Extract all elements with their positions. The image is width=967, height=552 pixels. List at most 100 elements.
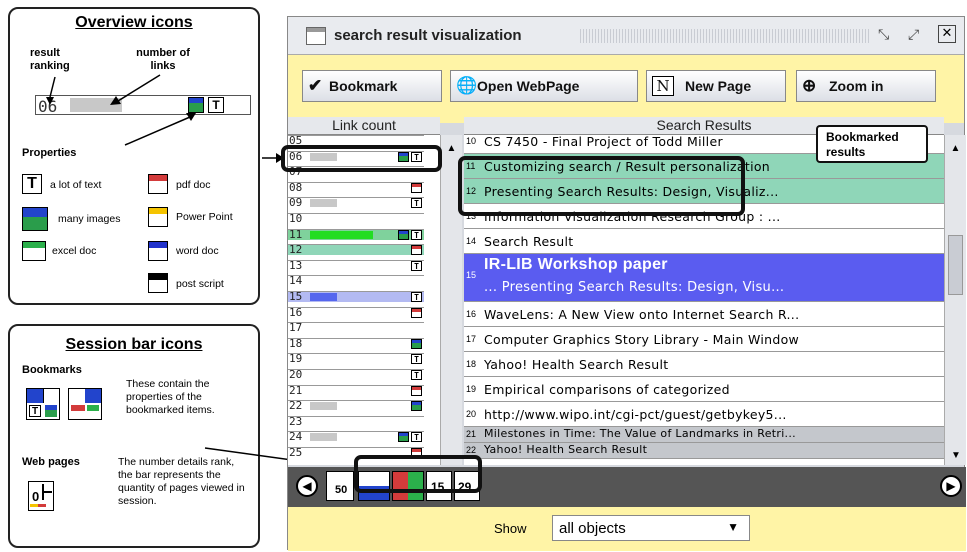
result-rank: 18	[466, 358, 477, 369]
link-count-row[interactable]: 22	[288, 400, 424, 412]
text-icon: T	[411, 198, 422, 209]
pdf-icon	[411, 307, 422, 318]
show-label: Show	[494, 521, 527, 536]
link-count-row[interactable]: 19 T	[288, 353, 424, 365]
search-result-row[interactable]: 21 Milestones in Time: The Value of Landm…	[464, 427, 944, 443]
result-rank: 22	[466, 445, 477, 455]
search-result-row[interactable]: 19 Empirical comparisons of categorized	[464, 377, 944, 402]
result-rank: 20	[466, 408, 477, 419]
result-rank: 17	[466, 333, 477, 344]
link-count-row[interactable]: 21	[288, 384, 424, 396]
chevron-down-icon: ▼	[727, 520, 739, 534]
scroll-thumb[interactable]	[948, 235, 963, 295]
link-row-rank: 14	[289, 275, 303, 287]
scroll-down-arrow-icon[interactable]: ▼	[951, 450, 961, 461]
results-scrollbar[interactable]: ▲ ▼	[944, 135, 966, 465]
toolbar: ✔ Bookmark 🌐 Open WebPage N New Page ⊕ Zoom …	[288, 55, 964, 123]
link-count-row[interactable]: 20 T	[288, 369, 424, 380]
link-row-rank: 11	[289, 228, 303, 240]
text-icon: T	[411, 229, 422, 240]
link-count-row[interactable]: 23	[288, 415, 424, 427]
result-title: CS 7450 - Final Project of Todd Miller	[484, 135, 723, 149]
result-rank: 16	[466, 308, 477, 319]
show-bar: Show all objects ▼	[288, 507, 966, 551]
overview-row-callout	[281, 145, 442, 172]
search-result-row[interactable]: 14 Search Result	[464, 229, 944, 254]
search-result-row[interactable]: 15 IR-LIB Workshop paper ... Presenting Se…	[464, 254, 944, 302]
search-result-row[interactable]: 22 Yahoo! Health Search Result	[464, 443, 944, 459]
link-count-bar	[310, 433, 337, 442]
bookmark-button-label: Bookmark	[329, 78, 398, 94]
link-count-row[interactable]: 18	[288, 337, 424, 349]
result-title: Empirical comparisons of categorized	[484, 381, 730, 397]
open-webpage-button[interactable]: 🌐 Open WebPage	[450, 70, 638, 102]
title-texture	[580, 29, 870, 43]
window-icon	[306, 27, 326, 45]
link-count-row[interactable]: 11 T	[288, 228, 424, 240]
link-count-row[interactable]: 12	[288, 244, 424, 256]
session-page-icon[interactable]: 50	[326, 471, 354, 501]
link-count-row[interactable]: 14	[288, 275, 424, 287]
pdf-icon	[411, 182, 422, 193]
result-title: IR-LIB Workshop paper	[484, 256, 668, 273]
link-row-rank: 09	[289, 197, 303, 209]
search-result-row[interactable]: 17 Computer Graphics Story Library - Main…	[464, 327, 944, 352]
link-count-list: 05 06 T 07 08 09 T 10 11 T 12 13 T 14 15 T 16 17 18 19 T 20 T 2…	[288, 135, 440, 465]
text-icon: T	[411, 292, 422, 302]
result-title: Computer Graphics Story Library - Main W…	[484, 331, 800, 347]
show-select[interactable]: all objects ▼	[552, 515, 750, 541]
bookmarked-results-text: Bookmarked results	[826, 130, 899, 159]
text-icon: T	[411, 370, 422, 380]
images-icon	[411, 338, 422, 349]
search-result-row[interactable]: 16 WaveLens: A New View onto Internet Sea…	[464, 302, 944, 327]
result-title: http://www.wipo.int/cgi-pct/guest/getbyk…	[484, 406, 787, 422]
open-webpage-label: Open WebPage	[477, 78, 580, 94]
link-count-row[interactable]: 24 T	[288, 431, 424, 443]
search-result-row[interactable]: 18 Yahoo! Health Search Result	[464, 352, 944, 377]
link-row-rank: 16	[289, 306, 303, 318]
link-count-row[interactable]: 15 T	[288, 291, 424, 302]
link-row-rank: 20	[289, 369, 303, 380]
session-left-arrow-icon[interactable]: ◀	[296, 475, 318, 497]
text-icon: T	[411, 432, 422, 443]
link-count-row[interactable]: 10	[288, 213, 424, 224]
pdf-icon	[411, 385, 422, 396]
link-count-bar	[310, 293, 337, 301]
result-snippet: ... Presenting Search Results: Design, V…	[484, 280, 785, 295]
link-row-rank: 24	[289, 431, 303, 443]
link-count-row[interactable]: 13 T	[288, 259, 424, 271]
checkmark-icon: ✔	[308, 76, 323, 95]
result-rank: 21	[466, 429, 477, 439]
link-row-rank: 21	[289, 384, 303, 396]
scroll-up-arrow-icon[interactable]: ▲	[945, 143, 966, 154]
link-count-row[interactable]: 08	[288, 181, 424, 193]
zoom-in-label: Zoom in	[829, 78, 884, 94]
link-row-rank: 23	[289, 415, 303, 427]
link-count-header: Link count	[288, 117, 440, 135]
link-count-row[interactable]: 16	[288, 306, 424, 318]
new-page-icon: N	[652, 76, 674, 96]
link-count-row[interactable]: 17	[288, 322, 424, 334]
link-count-row[interactable]: 09 T	[288, 197, 424, 209]
zoom-in-button[interactable]: ⊕ Zoom in	[796, 70, 936, 102]
maximize-icon[interactable]: ⤢	[908, 27, 919, 43]
close-icon[interactable]: ✕	[938, 25, 956, 43]
result-rank: 14	[466, 235, 477, 246]
pdf-icon	[411, 245, 422, 256]
search-result-row[interactable]: 20 http://www.wipo.int/cgi-pct/guest/getb…	[464, 402, 944, 427]
session-right-arrow-icon[interactable]: ▶	[940, 475, 962, 497]
result-title: WaveLens: A New View onto Internet Searc…	[484, 306, 800, 322]
link-row-rank: 08	[289, 181, 303, 193]
new-page-label: New Page	[685, 78, 752, 94]
link-count-bar	[310, 230, 373, 239]
link-row-rank: 22	[289, 400, 303, 412]
minimize-icon[interactable]: ⤡	[878, 27, 889, 43]
link-row-rank: 13	[289, 259, 303, 271]
result-title: Search Result	[484, 233, 574, 249]
bookmarked-results-callout	[458, 156, 745, 216]
scroll-up-arrow-icon[interactable]: ▲	[441, 143, 462, 154]
session-page-rank: 50	[335, 484, 348, 496]
new-page-button[interactable]: N New Page	[646, 70, 786, 102]
bookmark-button[interactable]: ✔ Bookmark	[302, 70, 442, 102]
result-rank: 10	[466, 135, 477, 146]
